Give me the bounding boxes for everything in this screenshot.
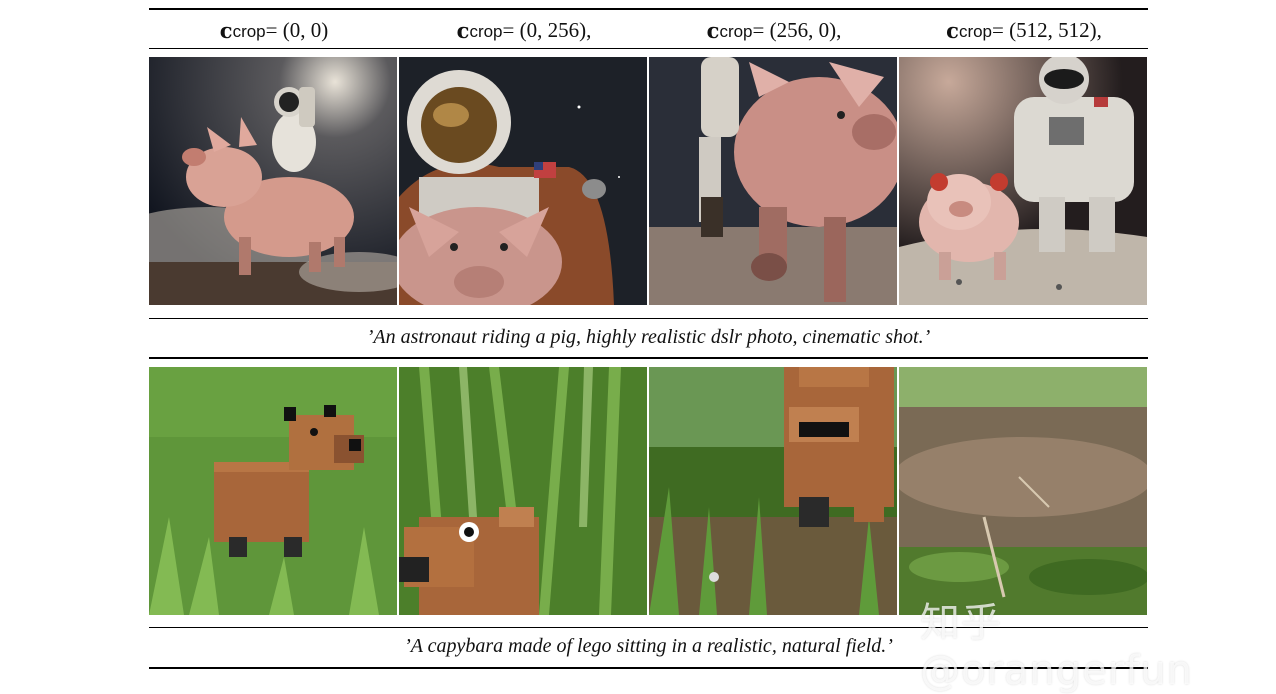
header-col-2: c crop = (0, 256), <box>456 17 592 43</box>
caption-astronaut-pig: ’An astronaut riding a pig, highly reali… <box>366 326 931 348</box>
astronaut-pig-image-2 <box>399 57 647 305</box>
header-col-3: c crop = (256, 0), <box>706 17 842 43</box>
caption1-top-rule <box>149 318 1148 319</box>
header-col-1: c crop = (0, 0) <box>219 17 329 43</box>
lego-capybara-image-1 <box>149 367 397 615</box>
top-rule <box>149 8 1148 10</box>
astronaut-pig-image-4 <box>899 57 1147 305</box>
caption1-bottom-rule <box>149 357 1148 359</box>
astronaut-pig-image-3 <box>649 57 897 305</box>
astronaut-pig-image-1 <box>149 57 397 305</box>
lego-capybara-image-3 <box>649 367 897 615</box>
watermark: 知乎 @orangerfun <box>920 600 1194 694</box>
header-rule <box>149 48 1148 49</box>
lego-capybara-image-4 <box>899 367 1147 615</box>
lego-capybara-image-2 <box>399 367 647 615</box>
header-col-4: c crop = (512, 512), <box>946 17 1102 43</box>
